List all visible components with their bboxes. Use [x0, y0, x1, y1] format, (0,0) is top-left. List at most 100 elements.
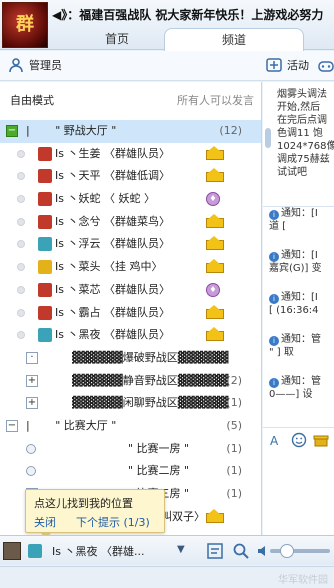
- crown-icon: [206, 259, 224, 274]
- status-dot: [17, 149, 25, 158]
- member-row[interactable]: Is 丶菜头 〈挂 鸡中〉: [0, 256, 261, 279]
- member-row[interactable]: Is 丶菜芯 〈群雄队员〉 ♦: [0, 279, 261, 302]
- volume-slider-thumb[interactable]: [280, 544, 294, 558]
- announcement-line: 色调11 饱: [277, 128, 323, 139]
- popup-close-link[interactable]: 关闭: [34, 514, 56, 530]
- gift-icon: [38, 282, 52, 297]
- crown-icon: [206, 327, 224, 342]
- channel-tree: − | " 野战大厅 " (12) Is 丶生姜 〈群雄队员〉 Is 丶天平 〈…: [0, 120, 261, 528]
- chat-panel: 烟雾头调法 开始,然后 在完后点调 色调11 饱 1024*768像 调成75赫…: [263, 82, 334, 535]
- member-row[interactable]: Is 丶妖蛇 〈 妖蛇 〉 ♦: [0, 188, 261, 211]
- message-list: i 通知：[I 道 [ i 通知：[I 嘉宾(G)] 变 i 通知：[I [ (16:…: [263, 206, 334, 417]
- channel-root-row[interactable]: − | " 野战大厅 " (12): [0, 120, 261, 143]
- status-dot: [17, 331, 25, 340]
- subchannel-name: ▓▓▓▓▓▓静音野战区▓▓▓▓▓▓: [72, 373, 229, 387]
- main-tabs: 首页 频道: [52, 28, 334, 51]
- chevron-down-icon[interactable]: ▼: [177, 544, 185, 555]
- crown-icon: [206, 213, 224, 228]
- room-row[interactable]: " 比赛二房 " (1): [0, 460, 261, 483]
- member-count: (12): [219, 124, 242, 137]
- status-dot: [17, 240, 25, 249]
- subchannel-count: (2): [226, 373, 242, 387]
- member-name: Is 丶菜头 〈挂 鸡中〉: [55, 260, 163, 274]
- member-row[interactable]: Is 丶浮云 〈群雄队员〉: [0, 233, 261, 256]
- member-row[interactable]: Is 丶生姜 〈群雄队员〉: [0, 143, 261, 166]
- room-row[interactable]: " 比赛一房 " (1): [0, 438, 261, 461]
- room-name: " 比赛二房 ": [128, 464, 190, 478]
- crown-icon: [206, 508, 224, 523]
- status-bar: 华军软件园: [0, 566, 334, 588]
- activity-button[interactable]: 活动: [266, 57, 309, 75]
- tab-home[interactable]: 首页: [52, 28, 182, 50]
- guild-logo: 群: [2, 2, 48, 48]
- popup-text: 点这儿找到我的位置: [34, 497, 133, 510]
- channel-tree-panel: 自由模式 所有人可以发言 − | " 野战大厅 " (12) Is 丶生姜 〈群…: [0, 82, 262, 535]
- gift-icon: [38, 237, 52, 252]
- gift-icon: [38, 192, 52, 207]
- announcement-line: 试试吧: [277, 167, 307, 178]
- announcement-text: 烟雾头调法 开始,然后 在完后点调 色调11 饱 1024*768像 调成75赫…: [263, 88, 334, 202]
- status-dot: [17, 217, 25, 226]
- match-hall-row[interactable]: − | " 比赛大厅 " (5): [0, 415, 261, 438]
- svg-text:A: A: [270, 434, 279, 448]
- announcement-line: 烟雾头调法: [277, 89, 327, 100]
- admin-button[interactable]: 管理员: [8, 57, 62, 75]
- font-icon[interactable]: A: [269, 432, 285, 448]
- member-name: Is 丶菜芯 〈群雄队员〉: [55, 282, 170, 296]
- volume-slider[interactable]: [270, 544, 330, 558]
- note-icon[interactable]: [206, 542, 224, 560]
- mode-hint: 所有人可以发言: [177, 94, 254, 107]
- game-icon[interactable]: [318, 58, 334, 74]
- notice-message: i 通知：管 " ] 取: [269, 334, 321, 358]
- crown-icon: [206, 145, 224, 160]
- gift-icon: [38, 328, 52, 343]
- info-icon: i: [269, 378, 279, 388]
- subchannel-row[interactable]: + ▓▓▓▓▓▓静音野战区▓▓▓▓▓▓ (2): [0, 370, 261, 393]
- status-dot: [17, 285, 25, 294]
- gift-icon: [38, 305, 52, 320]
- info-icon: i: [269, 336, 279, 346]
- subchannel-row[interactable]: · ▓▓▓▓▓▓爆破野战区▓▓▓▓▓▓: [0, 347, 261, 370]
- notice-message: i 通知：[I 嘉宾(G)] 变: [269, 250, 322, 274]
- collapse-icon[interactable]: −: [6, 419, 18, 432]
- notice-message: i 通知：[I [ (16:36:4: [269, 292, 319, 316]
- member-name: Is 丶霸占 〈群雄队员〉: [55, 305, 170, 319]
- member-row[interactable]: Is 丶霸占 〈群雄队员〉: [0, 302, 261, 325]
- emoji-icon[interactable]: [291, 432, 307, 448]
- crown-icon: [206, 304, 224, 319]
- subchannel-row[interactable]: + ▓▓▓▓▓▓闲聊野战区▓▓▓▓▓▓ (1): [0, 392, 261, 415]
- subchannel-count: (1): [226, 396, 242, 410]
- locate-tip-popup: 点这儿找到我的位置 关闭 下个提示 (1/3): [25, 489, 165, 539]
- activity-label: 活动: [287, 59, 309, 72]
- gift-icon: [38, 146, 52, 161]
- announcement-marquee: ◀》：福建百强战队 祝大家新年快乐！上游戏必努力: [52, 8, 324, 22]
- expand-icon[interactable]: +: [26, 397, 38, 410]
- info-icon: i: [269, 252, 279, 262]
- member-row[interactable]: Is 丶黑夜 〈群雄队员〉: [0, 324, 261, 347]
- crown-icon: [206, 236, 224, 251]
- user-bar: Is 丶黑夜 〈群雄... ▼: [0, 535, 334, 565]
- status-dot: [17, 263, 25, 272]
- member-name: Is 丶浮云 〈群雄队员〉: [55, 237, 170, 251]
- app-header: 群 ◀》：福建百强战队 祝大家新年快乐！上游戏必努力 首页 频道: [0, 0, 334, 51]
- member-name: Is 丶念兮 〈群雄菜鸟〉: [55, 214, 170, 228]
- room-count: (1): [226, 464, 242, 478]
- vip-badge-icon: ♦: [206, 192, 220, 207]
- avatar[interactable]: [3, 542, 21, 560]
- gift-icon[interactable]: [313, 432, 329, 448]
- info-icon: i: [269, 210, 279, 220]
- member-name: Is 丶黑夜 〈群雄队员〉: [55, 328, 170, 342]
- room-count: (1): [226, 487, 242, 500]
- tab-channel[interactable]: 频道: [164, 28, 304, 51]
- mode-label[interactable]: 自由模式: [10, 92, 54, 108]
- search-icon[interactable]: [232, 542, 250, 560]
- person-icon: [9, 58, 23, 73]
- member-name: Is 丶妖蛇 〈 妖蛇 〉: [55, 192, 155, 206]
- popup-next-link[interactable]: 下个提示 (1/3): [76, 514, 150, 530]
- notice-message: i 通知：管 0——] 设: [269, 376, 321, 400]
- expand-icon[interactable]: +: [26, 374, 38, 387]
- collapse-icon[interactable]: −: [6, 125, 18, 137]
- member-row[interactable]: Is 丶天平 〈群雄低调〉: [0, 165, 261, 188]
- announcement-line: 开始,然后: [277, 102, 321, 113]
- member-row[interactable]: Is 丶念兮 〈群雄菜鸟〉: [0, 211, 261, 234]
